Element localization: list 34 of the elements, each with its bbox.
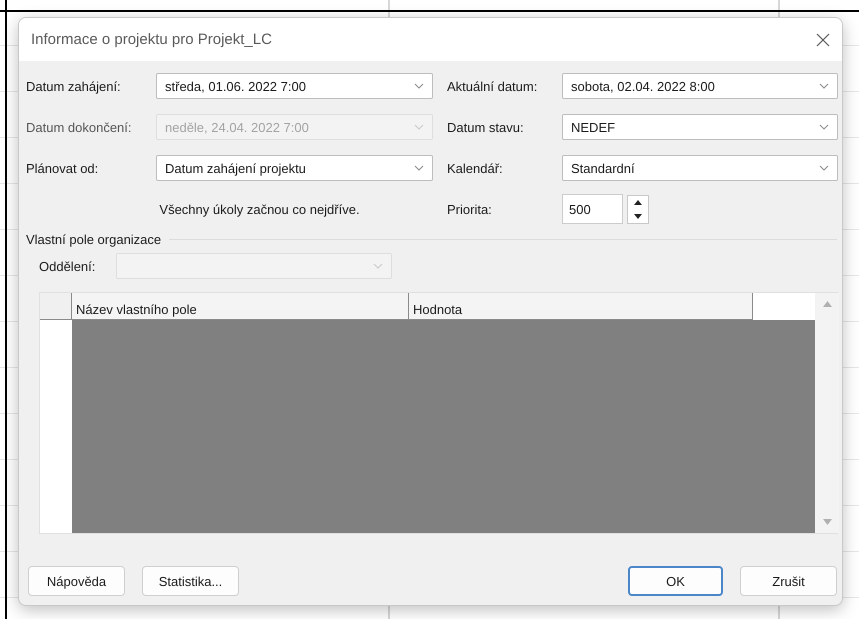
dropdown-field[interactable]: NEDEF bbox=[562, 114, 838, 140]
grid-corner-cell[interactable] bbox=[40, 293, 72, 320]
chevron-down-icon bbox=[414, 83, 424, 89]
field-label: Plánovat od: bbox=[26, 160, 100, 176]
chevron-down-icon bbox=[819, 83, 829, 89]
field-label: Datum stavu: bbox=[447, 120, 525, 134]
scroll-down-icon[interactable] bbox=[822, 519, 832, 525]
window-title: Informace o projektu pro Projekt_LC bbox=[31, 31, 272, 48]
chevron-down-icon bbox=[414, 124, 424, 130]
schedule-note: Všechny úkoly začnou co nejdříve. bbox=[158, 202, 361, 216]
scroll-up-icon[interactable] bbox=[822, 301, 832, 307]
dropdown-field[interactable]: středa, 01.06. 2022 7:00 bbox=[156, 73, 433, 99]
dropdown-field[interactable]: Standardní bbox=[562, 155, 838, 181]
chevron-down-icon bbox=[414, 165, 424, 171]
field-label: Aktuální datum: bbox=[447, 78, 538, 94]
dialog-button[interactable]: Nápověda bbox=[28, 566, 125, 596]
field-label: Datum zahájení: bbox=[26, 78, 122, 94]
chevron-down-icon bbox=[819, 165, 829, 171]
dropdown-field[interactable]: sobota, 02.04. 2022 8:00 bbox=[562, 73, 838, 99]
number-field[interactable]: 500 bbox=[562, 194, 623, 224]
dialog-button[interactable]: Statistika... bbox=[142, 566, 239, 596]
column-header[interactable]: Název vlastního pole bbox=[72, 293, 409, 320]
chevron-down-icon bbox=[819, 124, 829, 130]
dialog-button[interactable]: OK bbox=[628, 566, 723, 596]
dropdown-field[interactable]: Datum zahájení projektu bbox=[156, 155, 433, 181]
field-label: Priorita: bbox=[447, 202, 493, 216]
dialog-button[interactable]: Zrušit bbox=[740, 566, 837, 596]
field-label: Oddělení: bbox=[39, 258, 96, 274]
close-icon[interactable] bbox=[816, 32, 830, 46]
field-label: Datum dokončení: bbox=[26, 120, 133, 134]
chevron-down-icon bbox=[373, 263, 383, 269]
column-header[interactable]: Hodnota bbox=[409, 293, 753, 320]
field-label: Kalendář: bbox=[447, 160, 504, 176]
group-title: Vlastní pole organizace bbox=[26, 232, 162, 247]
